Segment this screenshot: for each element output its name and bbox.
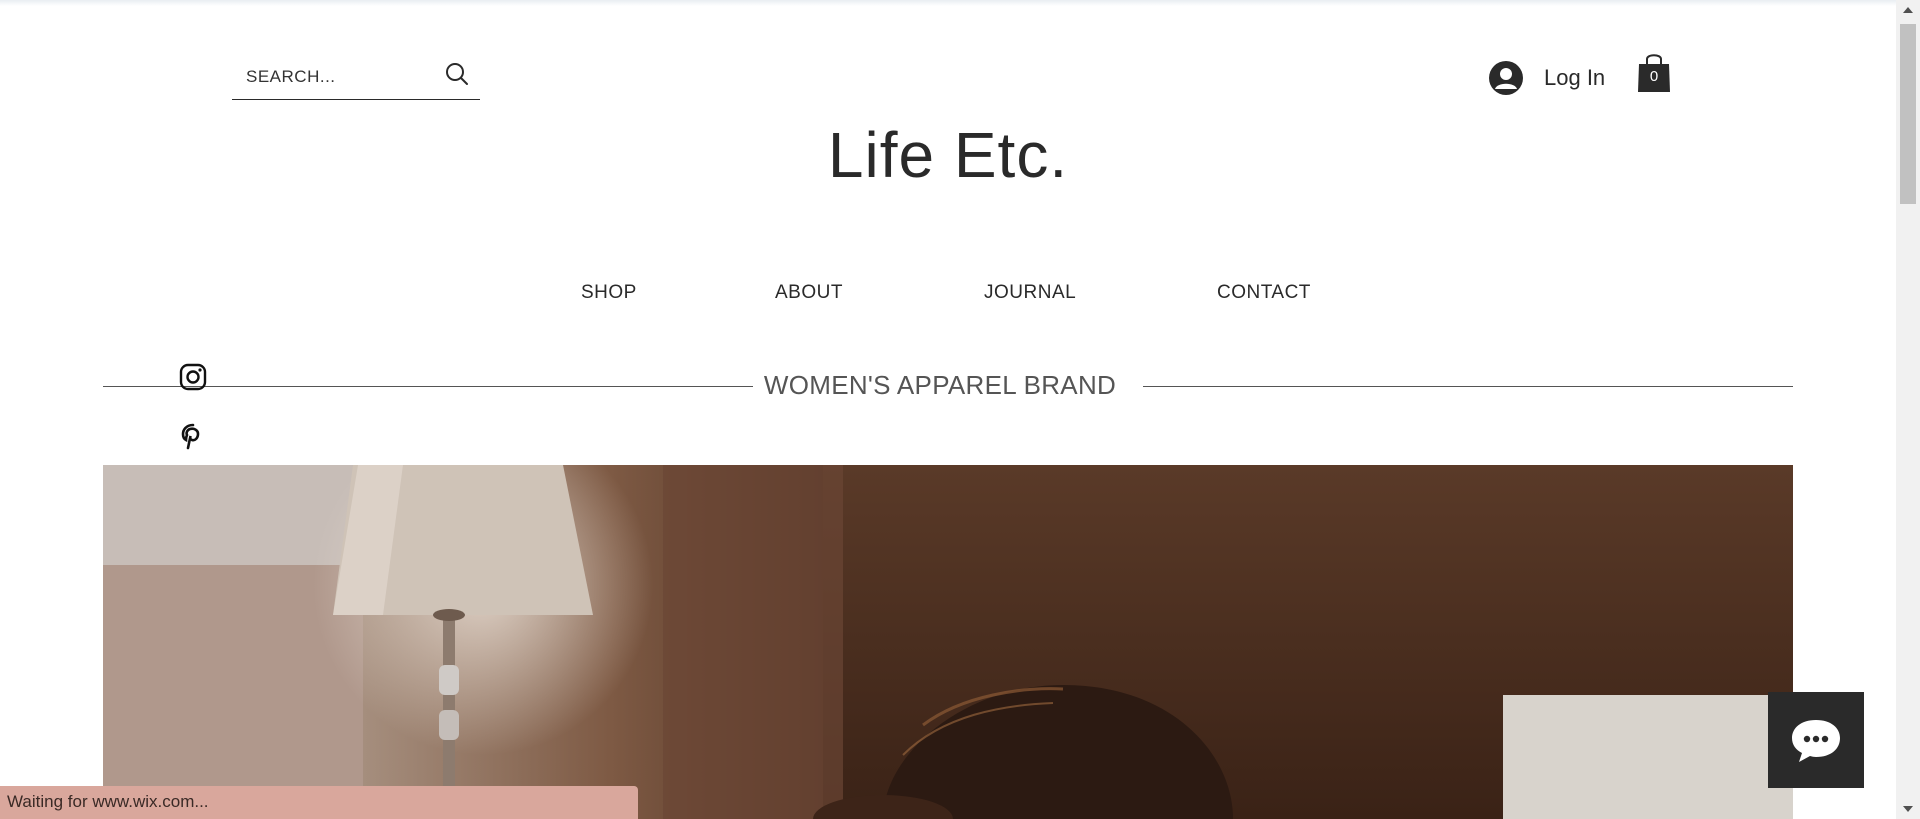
instagram-icon[interactable]: [178, 362, 208, 392]
login-label: Log In: [1544, 65, 1606, 90]
pinterest-icon[interactable]: [178, 422, 208, 452]
nav-item-shop[interactable]: SHOP: [581, 282, 637, 304]
chat-bubble-icon: [1792, 720, 1840, 762]
search-box[interactable]: [232, 52, 480, 100]
brand-tagline: WOMEN'S APPAREL BRAND: [763, 370, 1117, 400]
top-shadow: [0, 0, 1896, 6]
browser-status-bar: Waiting for www.wix.com...: [0, 786, 638, 819]
user-avatar-icon: [1489, 61, 1523, 95]
vertical-scrollbar[interactable]: [1896, 0, 1920, 819]
cart-count: 0: [1649, 68, 1659, 85]
search-icon[interactable]: [442, 60, 472, 90]
scroll-down-arrow-icon[interactable]: [1896, 799, 1920, 819]
scrollbar-thumb[interactable]: [1900, 24, 1916, 204]
nav-item-contact[interactable]: CONTACT: [1217, 282, 1311, 304]
nav-item-journal[interactable]: JOURNAL: [984, 282, 1076, 304]
nav-item-about[interactable]: ABOUT: [775, 282, 843, 304]
search-input[interactable]: [244, 62, 438, 92]
main-nav: SHOP ABOUT JOURNAL CONTACT: [0, 282, 1896, 312]
hero-image: [103, 465, 1793, 819]
chat-widget-button[interactable]: [1768, 692, 1864, 788]
login-button[interactable]: Log In: [1488, 56, 1605, 100]
cart-button[interactable]: 0: [1636, 48, 1672, 94]
site-logo[interactable]: Life Etc.: [0, 118, 1896, 192]
scroll-up-arrow-icon[interactable]: [1896, 0, 1920, 20]
divider-right: [1143, 386, 1793, 387]
